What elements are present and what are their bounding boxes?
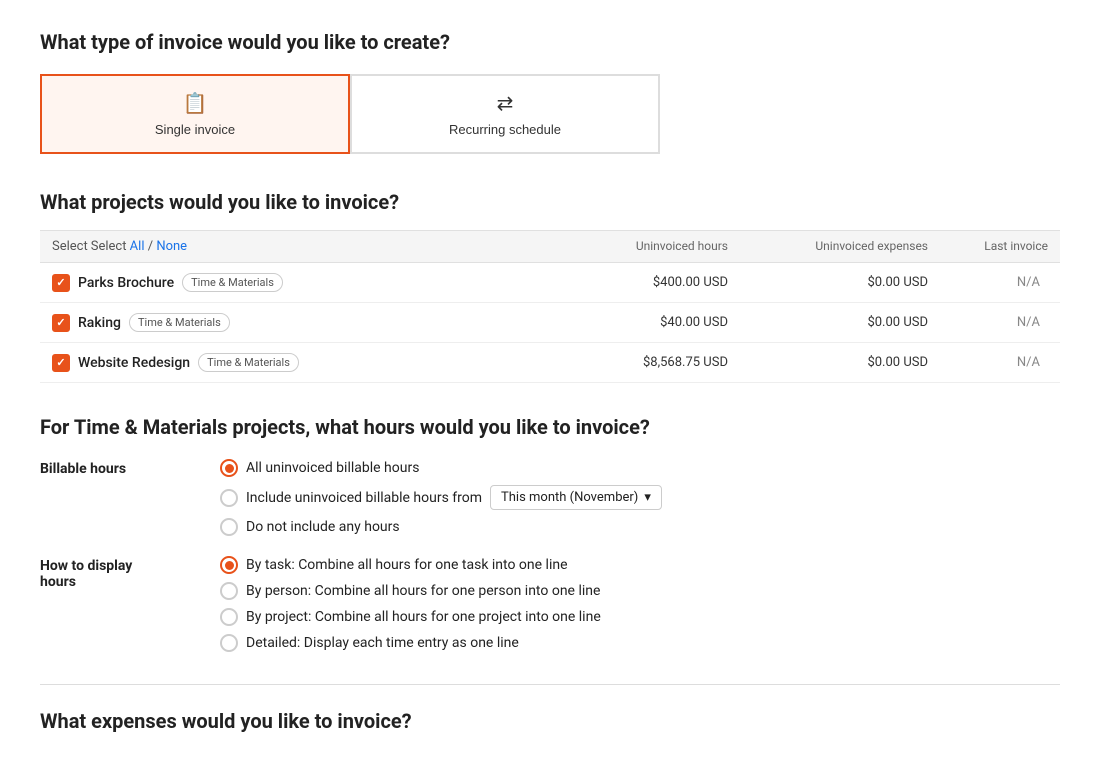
uninvoiced-hours-0: $400.00 USD	[548, 275, 728, 290]
billable-hours-option-2: Do not include any hours	[220, 518, 662, 536]
invoice-type-selector: 📋 Single invoice ⇄ Recurring schedule	[40, 74, 1060, 154]
select-label-text: Select	[91, 239, 130, 254]
recurring-schedule-button[interactable]: ⇄ Recurring schedule	[350, 74, 660, 154]
display-hours-label-1: By person: Combine all hours for one per…	[246, 583, 600, 599]
uninvoiced-expenses-0: $0.00 USD	[728, 275, 928, 290]
select-all-none: Select Select All / None	[52, 239, 548, 254]
billable-hours-radio-0[interactable]	[220, 459, 238, 477]
section-divider	[40, 684, 1060, 685]
table-row: Parks Brochure Time & Materials $400.00 …	[40, 263, 1060, 303]
display-hours-label-3: Detailed: Display each time entry as one…	[246, 635, 519, 651]
project-name-1: Raking	[78, 315, 121, 331]
display-hours-option-2: By project: Combine all hours for one pr…	[220, 608, 601, 626]
recurring-schedule-icon: ⇄	[497, 91, 514, 116]
project-name-cell: Website Redesign Time & Materials	[52, 353, 548, 372]
billable-hours-label-1: Include uninvoiced billable hours from	[246, 490, 482, 506]
billable-hours-label: Billable hours	[40, 459, 180, 536]
table-row: Raking Time & Materials $40.00 USD $0.00…	[40, 303, 1060, 343]
display-hours-radio-3[interactable]	[220, 634, 238, 652]
display-hours-label-0: By task: Combine all hours for one task …	[246, 557, 568, 573]
billable-hours-group: Billable hours All uninvoiced billable h…	[40, 459, 1060, 536]
project-name-2: Website Redesign	[78, 355, 190, 371]
display-hours-option-1: By person: Combine all hours for one per…	[220, 582, 601, 600]
select-label: Select	[52, 239, 88, 254]
projects-section: What projects would you like to invoice?…	[40, 190, 1060, 383]
display-hours-radio-2[interactable]	[220, 608, 238, 626]
uninvoiced-expenses-2: $0.00 USD	[728, 355, 928, 370]
last-invoice-1: N/A	[928, 315, 1048, 330]
expenses-question: What expenses would you like to invoice?	[40, 709, 1060, 733]
project-checkbox-2[interactable]	[52, 354, 70, 372]
display-hours-label: How to display hours	[40, 556, 180, 652]
project-tag-1: Time & Materials	[129, 313, 230, 332]
billable-hours-radio-2[interactable]	[220, 518, 238, 536]
uninvoiced-expenses-1: $0.00 USD	[728, 315, 928, 330]
project-checkbox-1[interactable]	[52, 314, 70, 332]
billable-hours-label-0: All uninvoiced billable hours	[246, 460, 419, 476]
hours-question: For Time & Materials projects, what hour…	[40, 415, 1060, 439]
project-tag-2: Time & Materials	[198, 353, 299, 372]
last-invoice-0: N/A	[928, 275, 1048, 290]
last-invoice-2: N/A	[928, 355, 1048, 370]
project-name-cell: Raking Time & Materials	[52, 313, 548, 332]
project-checkbox-0[interactable]	[52, 274, 70, 292]
billable-hours-option-1: Include uninvoiced billable hours from T…	[220, 485, 662, 510]
hours-section: For Time & Materials projects, what hour…	[40, 415, 1060, 652]
projects-question: What projects would you like to invoice?	[40, 190, 1060, 214]
select-none-link[interactable]: None	[156, 239, 187, 254]
display-hours-group: How to display hours By task: Combine al…	[40, 556, 1060, 652]
billable-hours-radio-1[interactable]	[220, 489, 238, 507]
display-hours-radio-1[interactable]	[220, 582, 238, 600]
project-tag-0: Time & Materials	[182, 273, 283, 292]
table-row: Website Redesign Time & Materials $8,568…	[40, 343, 1060, 383]
billable-hours-option-0: All uninvoiced billable hours	[220, 459, 662, 477]
display-hours-option-0: By task: Combine all hours for one task …	[220, 556, 601, 574]
uninvoiced-hours-2: $8,568.75 USD	[548, 355, 728, 370]
display-hours-radio-group: By task: Combine all hours for one task …	[220, 556, 601, 652]
display-hours-option-3: Detailed: Display each time entry as one…	[220, 634, 601, 652]
uninvoiced-hours-header: Uninvoiced hours	[548, 239, 728, 254]
recurring-schedule-label: Recurring schedule	[449, 122, 561, 137]
single-invoice-label: Single invoice	[155, 122, 235, 137]
month-dropdown[interactable]: This month (November) ▾	[490, 485, 662, 510]
display-hours-label-2: By project: Combine all hours for one pr…	[246, 609, 601, 625]
single-invoice-icon: 📋	[183, 91, 208, 116]
billable-hours-label-2: Do not include any hours	[246, 519, 400, 535]
display-hours-radio-0[interactable]	[220, 556, 238, 574]
chevron-down-icon: ▾	[644, 490, 651, 505]
invoice-type-question: What type of invoice would you like to c…	[40, 30, 1060, 54]
project-name-0: Parks Brochure	[78, 275, 174, 291]
project-name-cell: Parks Brochure Time & Materials	[52, 273, 548, 292]
single-invoice-button[interactable]: 📋 Single invoice	[40, 74, 350, 154]
billable-hours-radio-group: All uninvoiced billable hours Include un…	[220, 459, 662, 536]
projects-table-header: Select Select All / None Uninvoiced hour…	[40, 230, 1060, 263]
last-invoice-header: Last invoice	[928, 239, 1048, 254]
uninvoiced-hours-1: $40.00 USD	[548, 315, 728, 330]
uninvoiced-expenses-header: Uninvoiced expenses	[728, 239, 928, 254]
select-all-link[interactable]: All	[130, 239, 145, 254]
month-dropdown-value: This month (November)	[501, 490, 638, 505]
